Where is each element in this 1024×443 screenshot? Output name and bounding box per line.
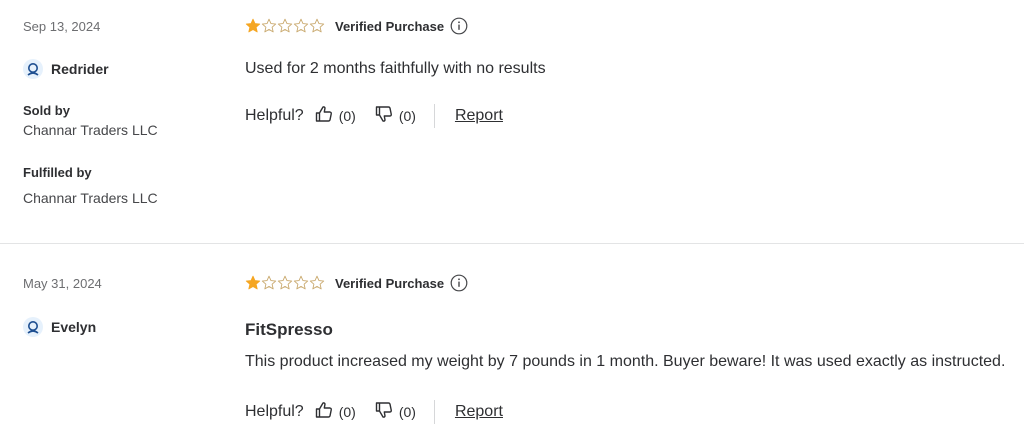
upvote-button[interactable]: (0) xyxy=(314,400,356,425)
thumbs-up-icon xyxy=(314,400,334,425)
sold-by-label: Sold by xyxy=(23,103,70,118)
sold-by-value: Channar Traders LLC xyxy=(23,122,158,138)
review-card: Sep 13, 2024 Redrider Sold by Channar Tr… xyxy=(0,0,1024,243)
reviewer-name: Evelyn xyxy=(51,319,97,335)
downvote-count: (0) xyxy=(398,108,416,124)
verified-purchase-label: Verified Purchase xyxy=(335,275,445,291)
helpful-row: Helpful? (0) (0) Report xyxy=(245,398,1024,426)
verified-purchase-label: Verified Purchase xyxy=(335,18,445,34)
downvote-button[interactable]: (0) xyxy=(374,104,416,129)
rating-row: Verified Purchase xyxy=(245,16,1024,36)
upvote-count: (0) xyxy=(338,108,356,124)
review-text: This product increased my weight by 7 po… xyxy=(245,353,1006,370)
thumbs-up-icon xyxy=(314,104,334,129)
review-date: May 31, 2024 xyxy=(23,276,102,291)
user-icon xyxy=(23,317,43,337)
thumbs-down-icon xyxy=(374,104,394,129)
helpful-label: Helpful? xyxy=(245,403,304,420)
report-link[interactable]: Report xyxy=(455,403,503,421)
divider xyxy=(433,400,435,424)
review-body: Used for 2 months faithfully with no res… xyxy=(245,58,1024,80)
reviewer: Evelyn xyxy=(23,317,223,337)
star-rating xyxy=(245,275,325,291)
star-empty-icon xyxy=(277,275,293,290)
fulfilled-by-label: Fulfilled by xyxy=(23,165,92,180)
star-empty-icon xyxy=(309,275,325,290)
sold-by-section: Sold by Channar Traders LLC xyxy=(23,102,223,140)
rating-row: Verified Purchase xyxy=(245,273,1024,293)
upvote-button[interactable]: (0) xyxy=(314,104,356,129)
review-meta: Sep 13, 2024 xyxy=(23,18,223,36)
star-rating xyxy=(245,18,325,34)
info-icon[interactable] xyxy=(450,17,468,35)
review-text: Used for 2 months faithfully with no res… xyxy=(245,60,546,77)
helpful-row: Helpful? (0) (0) Report xyxy=(245,102,1024,130)
report-link[interactable]: Report xyxy=(455,107,503,125)
star-empty-icon xyxy=(261,275,277,290)
helpful-label: Helpful? xyxy=(245,107,304,124)
downvote-button[interactable]: (0) xyxy=(374,400,416,425)
fulfilled-by-section: Fulfilled by Channar Traders LLC xyxy=(23,164,223,208)
star-empty-icon xyxy=(293,275,309,290)
downvote-count: (0) xyxy=(398,404,416,420)
fulfilled-by-value: Channar Traders LLC xyxy=(23,190,158,206)
star-empty-icon xyxy=(309,18,325,33)
star-filled-icon xyxy=(245,18,261,33)
review-title: FitSpresso xyxy=(245,320,333,339)
divider xyxy=(433,104,435,128)
reviewer-name: Redrider xyxy=(51,61,109,77)
star-empty-icon xyxy=(277,18,293,33)
review-meta: May 31, 2024 xyxy=(23,275,223,293)
info-icon[interactable] xyxy=(450,274,468,292)
thumbs-down-icon xyxy=(374,400,394,425)
star-filled-icon xyxy=(245,275,261,290)
upvote-count: (0) xyxy=(338,404,356,420)
star-empty-icon xyxy=(293,18,309,33)
review-date: Sep 13, 2024 xyxy=(23,19,101,34)
user-icon xyxy=(23,59,43,79)
review-card: May 31, 2024 Evelyn Verified Purchase Fi… xyxy=(0,243,1024,443)
reviewer: Redrider xyxy=(23,59,223,79)
star-empty-icon xyxy=(261,18,277,33)
review-body: FitSpresso This product increased my wei… xyxy=(245,319,1024,373)
